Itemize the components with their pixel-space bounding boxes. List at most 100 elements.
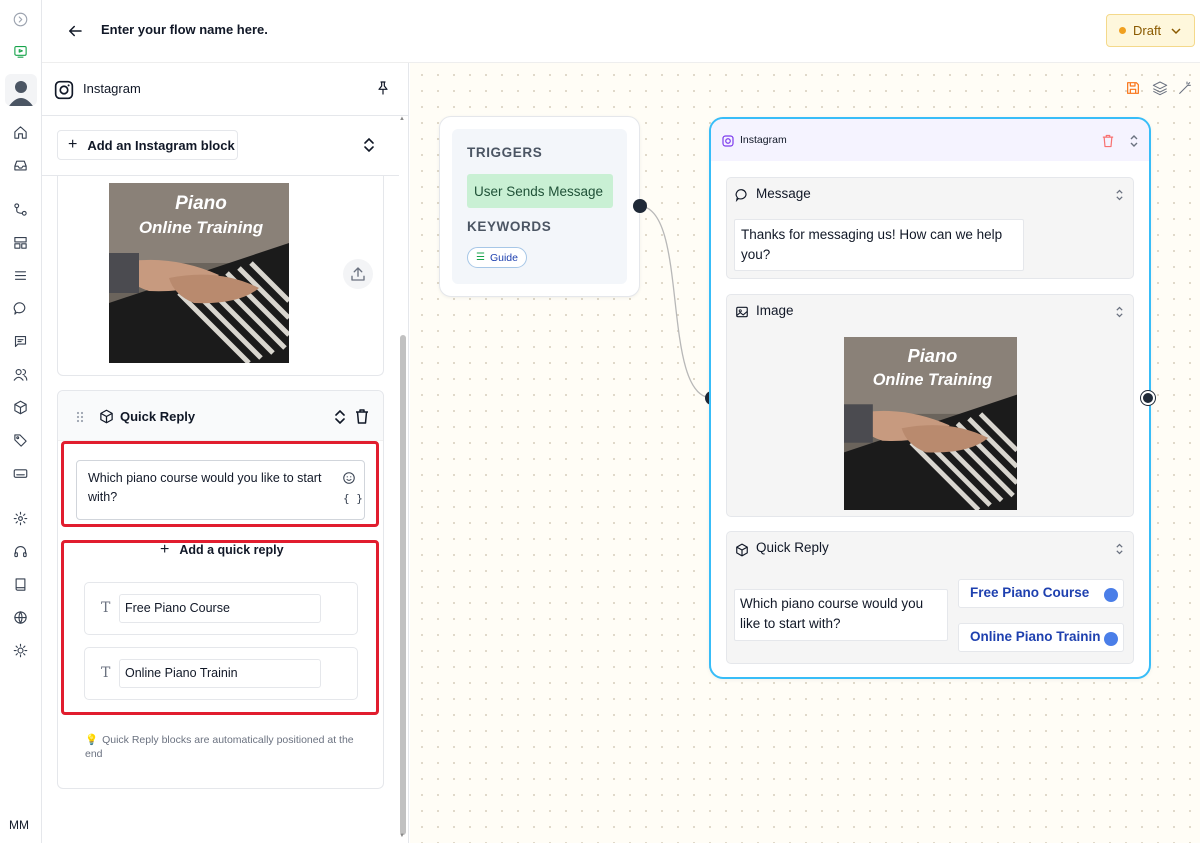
block-editor-panel: Instagram + Add an Instagram block Piano…	[42, 63, 409, 843]
quick-reply-text: Which piano course would you like to sta…	[734, 589, 948, 641]
piano-training-image: Piano Online Training	[844, 337, 1017, 510]
flow-name-input[interactable]: Enter your flow name here.	[101, 22, 268, 37]
option-output-port[interactable]	[1104, 588, 1118, 602]
trigger-node[interactable]: TRIGGERS User Sends Message KEYWORDS ☰ Gu…	[439, 116, 640, 297]
nav-rail: MM	[0, 0, 42, 843]
expand-collapse-icon[interactable]	[1115, 189, 1124, 201]
quick-reply-option[interactable]: Online Piano Trainin	[958, 623, 1124, 652]
quick-reply-tip: 💡 Quick Reply blocks are automatically po…	[85, 733, 370, 761]
add-instagram-block-button[interactable]: + Add an Instagram block	[57, 130, 238, 160]
option-output-port[interactable]	[1104, 632, 1118, 646]
scroll-down-arrow-icon[interactable]: ▼	[399, 833, 405, 839]
svg-text:Piano: Piano	[175, 193, 227, 214]
trash-icon[interactable]	[355, 409, 369, 424]
triggers-label: TRIGGERS	[467, 145, 543, 160]
instagram-output-port[interactable]	[1141, 391, 1155, 405]
quick-reply-title: Quick Reply	[120, 409, 196, 424]
image-icon	[736, 306, 748, 318]
expand-collapse-icon[interactable]	[1115, 306, 1124, 318]
cube-icon	[100, 409, 113, 424]
image-block-title: Image	[756, 303, 794, 318]
pin-icon[interactable]	[375, 80, 391, 96]
svg-text:Online Training: Online Training	[139, 218, 264, 237]
image-block-card: Piano Online Training	[57, 176, 384, 376]
globe-icon[interactable]	[9, 606, 31, 628]
chevron-down-icon	[1171, 27, 1181, 34]
quick-reply-row: T Online Piano Trainin	[84, 647, 358, 700]
headset-icon[interactable]	[9, 540, 31, 562]
message-block-title: Message	[756, 186, 811, 201]
panel-header: Instagram	[42, 63, 408, 116]
expand-collapse-icon[interactable]	[1129, 135, 1139, 147]
list-icon[interactable]	[9, 264, 31, 286]
back-arrow-icon[interactable]	[66, 22, 84, 40]
cube-icon	[736, 543, 748, 557]
plus-icon: +	[68, 136, 78, 153]
variable-icon[interactable]: { }	[343, 492, 363, 505]
status-dropdown[interactable]: Draft	[1106, 14, 1195, 47]
chat-icon[interactable]	[9, 297, 31, 319]
scrollbar-thumb[interactable]	[400, 335, 406, 835]
instagram-icon	[54, 80, 74, 100]
home-icon[interactable]	[9, 121, 31, 143]
book-icon[interactable]	[9, 573, 31, 595]
keyword-chip: ☰ Guide	[467, 247, 527, 268]
keyboard-icon[interactable]	[9, 462, 31, 484]
box-icon[interactable]	[9, 396, 31, 418]
chatbot-icon[interactable]	[9, 40, 31, 62]
instagram-node-header: Instagram	[711, 119, 1149, 161]
quick-reply-row: T Free Piano Course	[84, 582, 358, 635]
drag-handle-icon[interactable]	[76, 411, 84, 423]
trash-icon[interactable]	[1102, 134, 1114, 148]
instagram-node[interactable]: Instagram Message Thanks for messaging u…	[709, 117, 1151, 679]
trigger-pill: User Sends Message	[467, 174, 613, 208]
add-quick-reply-button[interactable]: + Add a quick reply	[160, 541, 284, 559]
quick-reply-input[interactable]: Free Piano Course	[119, 594, 321, 623]
user-initials[interactable]: MM	[9, 818, 29, 832]
expand-collapse-icon[interactable]	[1115, 543, 1124, 555]
trigger-node-body: TRIGGERS User Sends Message KEYWORDS ☰ Gu…	[452, 129, 627, 284]
quick-reply-input[interactable]: Online Piano Trainin	[119, 659, 321, 688]
scroll-up-arrow-icon[interactable]: ▲	[399, 116, 405, 122]
image-block[interactable]: Image Piano Online Training	[726, 294, 1134, 517]
chat-icon	[735, 189, 747, 202]
keyword-label: Guide	[489, 251, 518, 264]
tip-text: Quick Reply blocks are automatically pos…	[85, 734, 354, 760]
theme-icon[interactable]	[9, 639, 31, 661]
collapse-icon[interactable]	[9, 8, 31, 30]
quick-reply-option-label: Online Piano Trainin	[970, 629, 1101, 644]
messages-icon[interactable]	[9, 330, 31, 352]
keywords-label: KEYWORDS	[467, 219, 552, 234]
flow-icon[interactable]	[9, 198, 31, 220]
settings-icon[interactable]	[9, 507, 31, 529]
reorder-icon[interactable]	[334, 410, 346, 424]
trigger-output-port[interactable]	[633, 199, 647, 213]
instagram-node-title: Instagram	[740, 134, 787, 146]
instagram-icon	[722, 135, 734, 147]
message-block[interactable]: Message Thanks for messaging us! How can…	[726, 177, 1134, 279]
flow-canvas[interactable]: TRIGGERS User Sends Message KEYWORDS ☰ Gu…	[410, 63, 1200, 843]
expand-collapse-icon[interactable]	[362, 137, 376, 153]
inbox-icon[interactable]	[9, 154, 31, 176]
upload-button[interactable]	[343, 259, 373, 289]
user-avatar[interactable]	[5, 74, 37, 106]
lightbulb-icon: 💡	[85, 734, 99, 746]
status-dot-icon	[1119, 27, 1126, 34]
message-text: Thanks for messaging us! How can we help…	[734, 219, 1024, 271]
piano-training-image: Piano Online Training	[109, 183, 289, 363]
quick-reply-block[interactable]: Quick Reply Which piano course would you…	[726, 531, 1134, 664]
quick-reply-option-label: Free Piano Course	[970, 585, 1090, 600]
plus-icon: +	[160, 541, 170, 558]
upload-icon	[351, 267, 365, 281]
tag-icon[interactable]	[9, 429, 31, 451]
emoji-icon[interactable]	[342, 471, 356, 485]
quick-reply-option[interactable]: Free Piano Course	[958, 579, 1124, 608]
templates-icon[interactable]	[9, 231, 31, 253]
equals-icon: ☰	[476, 252, 485, 263]
panel-title: Instagram	[83, 81, 141, 96]
quick-reply-message-input[interactable]: Which piano course would you like to sta…	[76, 460, 365, 520]
contacts-icon[interactable]	[9, 363, 31, 385]
status-label: Draft	[1133, 23, 1162, 38]
add-block-label: Add an Instagram block	[87, 137, 235, 153]
top-bar: Enter your flow name here. Draft	[42, 0, 1200, 63]
